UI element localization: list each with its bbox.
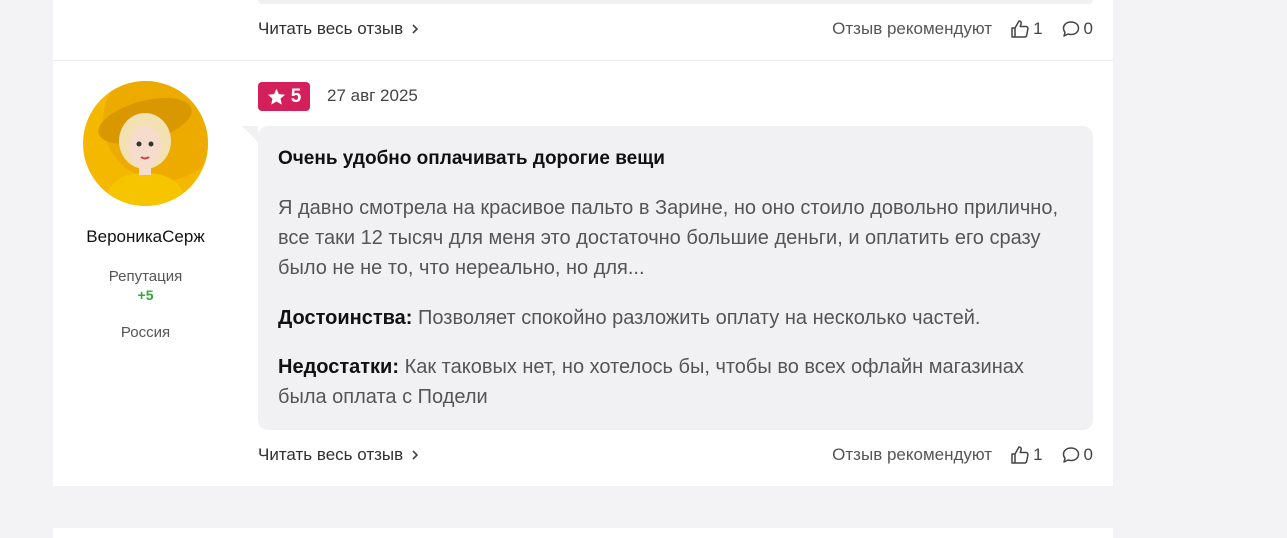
like-count: 1 <box>1033 19 1043 38</box>
comment-count: 0 <box>1083 19 1093 38</box>
avatar[interactable] <box>83 81 208 206</box>
comment-count: 0 <box>1083 445 1093 464</box>
read-more-label: Читать весь отзыв <box>258 19 404 38</box>
review-cons: Недостатки: Как таковых нет, но хотелось… <box>278 352 1068 412</box>
previous-review-footer: Читать весь отзыв Отзыв рекомендуют 1 0 <box>258 17 1093 41</box>
chevron-right-icon <box>411 24 419 34</box>
thumbs-up-icon <box>1010 19 1030 39</box>
review-title[interactable]: Очень удобно оплачивать дорогие вещи <box>278 148 1078 170</box>
like-button[interactable]: 1 <box>1010 445 1043 465</box>
author-country: Россия <box>120 324 171 341</box>
review-text: Я давно смотрела на красивое пальто в За… <box>278 197 1058 279</box>
review-date: 27 авг 2025 <box>327 86 418 105</box>
next-review-card <box>53 528 1113 538</box>
like-button[interactable]: 1 <box>1010 19 1043 39</box>
comment-icon <box>1061 19 1081 39</box>
read-more-label: Читать весь отзыв <box>258 445 404 464</box>
previous-read-more-link[interactable]: Читать весь отзыв <box>258 19 419 39</box>
reputation-value: +5 <box>137 287 154 303</box>
star-icon <box>267 88 286 106</box>
previous-review-bubble <box>258 0 1093 4</box>
review-footer: Читать весь отзыв Отзыв рекомендуют 1 0 <box>258 443 1093 467</box>
thumbs-up-icon <box>1010 445 1030 465</box>
rating-value: 5 <box>290 85 302 107</box>
recommend-label: Отзыв рекомендуют <box>832 19 993 38</box>
read-more-link[interactable]: Читать весь отзыв <box>258 445 419 465</box>
comment-button[interactable]: 0 <box>1061 445 1093 465</box>
recommend-label: Отзыв рекомендуют <box>832 445 993 464</box>
pros-label: Достоинства: <box>278 307 413 329</box>
review-pros: Достоинства: Позволяет спокойно разложит… <box>278 303 1068 333</box>
cons-label: Недостатки: <box>278 356 400 378</box>
comment-button[interactable]: 0 <box>1061 19 1093 39</box>
pros-text: Позволяет спокойно разложить оплату на н… <box>418 307 981 329</box>
chevron-right-icon <box>411 450 419 460</box>
bubble-tail <box>242 126 258 142</box>
rating-badge: 5 <box>258 82 310 111</box>
comment-icon <box>1061 445 1081 465</box>
author-name[interactable]: ВероникаСерж <box>53 227 238 247</box>
reputation-label: Репутация <box>108 268 183 285</box>
like-count: 1 <box>1033 445 1043 464</box>
